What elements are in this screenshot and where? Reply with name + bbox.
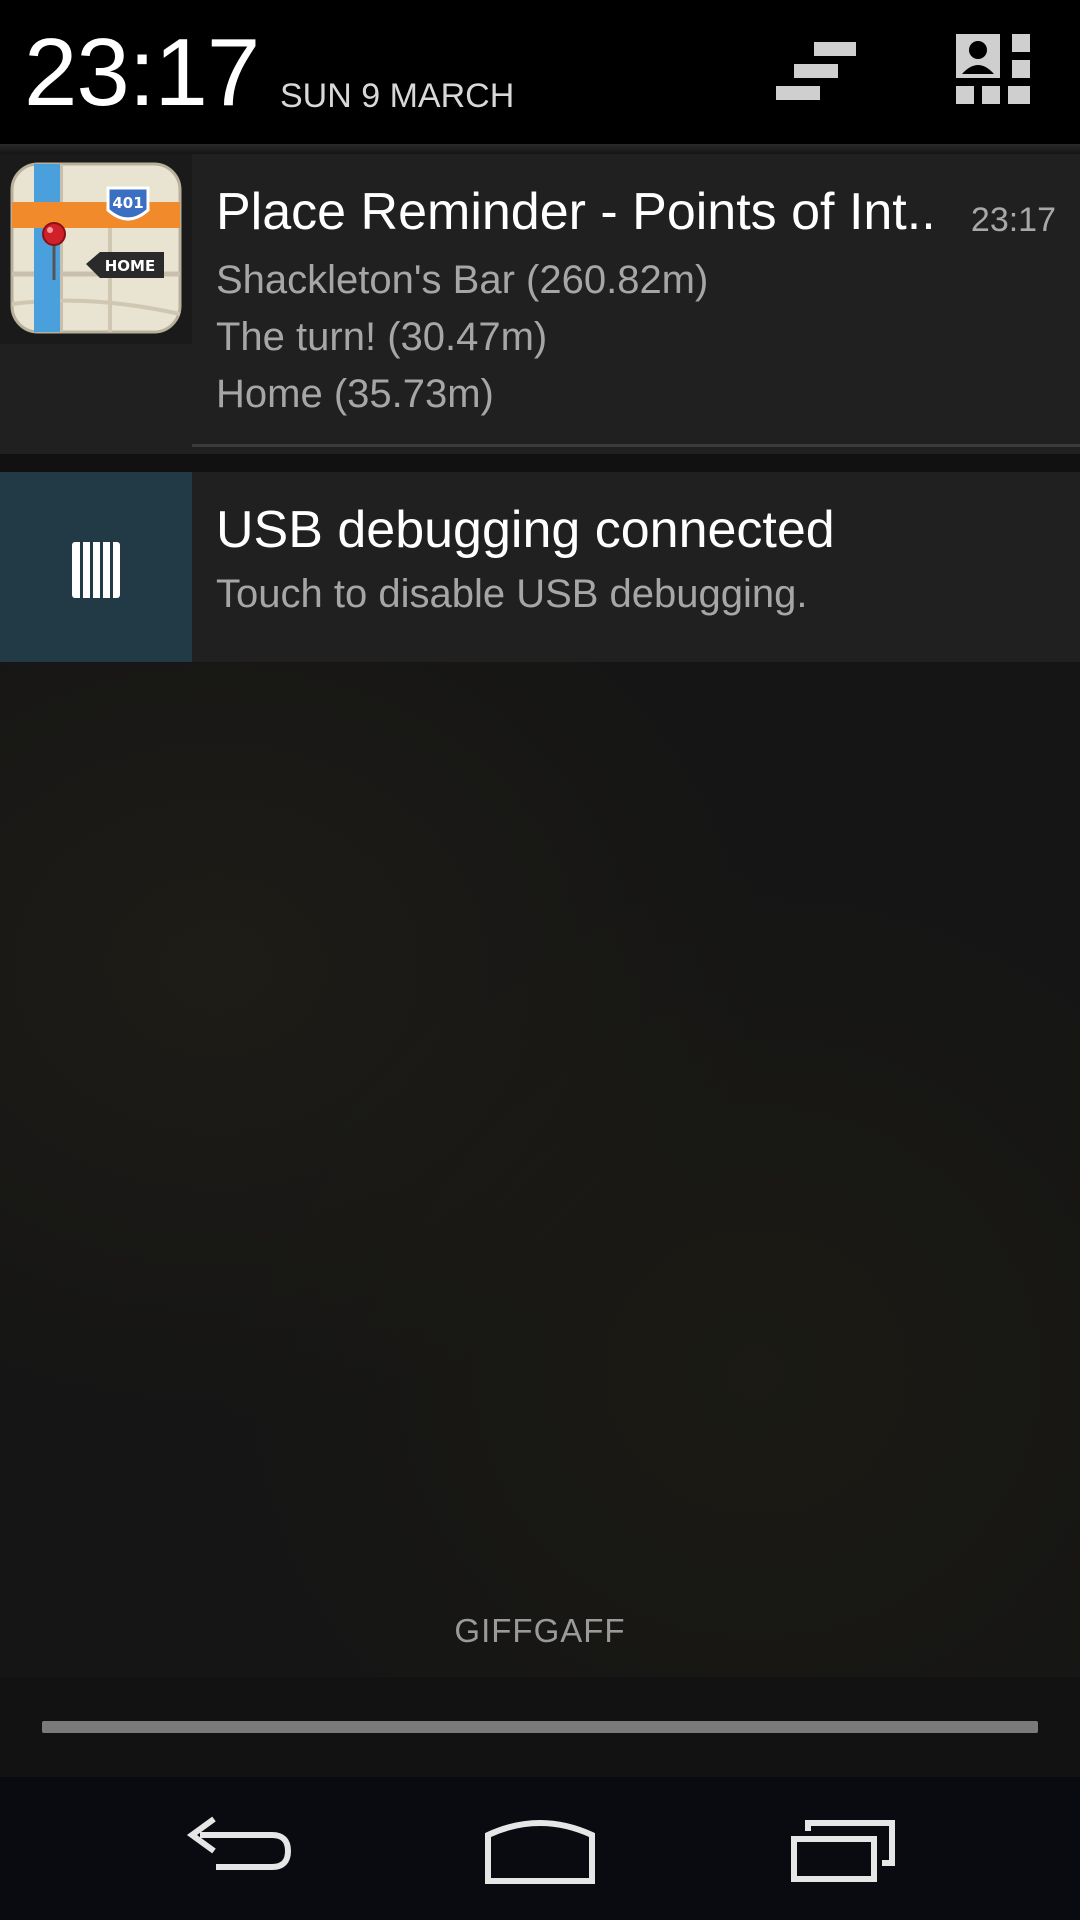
quick-settings-icon [956, 34, 1030, 104]
header-divider [0, 144, 1080, 154]
date: SUN 9 MARCH [280, 77, 515, 115]
clock: 23:17 [24, 19, 260, 126]
clear-all-button[interactable] [768, 30, 868, 120]
back-icon [186, 1816, 292, 1870]
dimmed-home-screen [0, 662, 1080, 1677]
notification-line: Home (35.73m) [216, 372, 494, 416]
notification-line: The turn! (30.47m) [216, 315, 548, 359]
notification-title: Place Reminder - Points of Int.. [216, 183, 936, 241]
shade-drag-handle[interactable] [42, 1721, 1038, 1733]
notification-text: Touch to disable USB debugging. [216, 572, 808, 616]
home-icon [485, 1820, 595, 1884]
notification-title: USB debugging connected [216, 501, 835, 559]
back-button[interactable] [160, 1797, 320, 1897]
notification-gap [0, 454, 1080, 472]
home-button[interactable] [460, 1797, 620, 1897]
quick-settings-button[interactable] [952, 30, 1052, 120]
notification-usb-debugging[interactable]: USB debugging connected Touch to disable… [0, 472, 1080, 662]
recent-apps-icon [791, 1820, 895, 1882]
notification-line: Shackleton's Bar (260.82m) [216, 258, 709, 302]
navigation-bar [0, 1777, 1080, 1920]
notification-divider [192, 444, 1080, 447]
place-reminder-map-icon: 401 HOME [10, 162, 182, 334]
app-icon-container: 401 HOME [0, 154, 192, 344]
clear-all-icon [776, 42, 856, 100]
svg-text:HOME: HOME [105, 257, 155, 275]
recent-apps-button[interactable] [764, 1797, 924, 1897]
svg-text:401: 401 [112, 194, 143, 212]
notification-header: 23:17 SUN 9 MARCH [0, 0, 1080, 144]
notification-place-reminder[interactable]: 401 HOME Place Reminder - Points of Int.… [0, 154, 1080, 454]
carrier-label: GIFFGAFF [454, 1612, 626, 1649]
usb-debug-icon [72, 542, 120, 598]
notification-time: 23:17 [970, 201, 1056, 239]
app-icon-container [0, 472, 192, 662]
